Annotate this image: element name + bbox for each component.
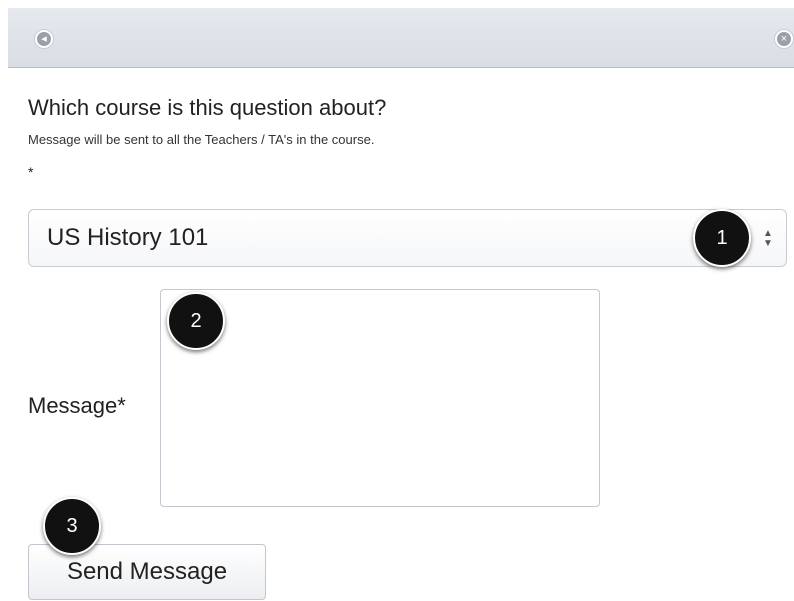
course-select-value: US History 101 <box>47 224 209 251</box>
callout-badge: 2 <box>167 292 225 350</box>
back-arrow-icon: ◂ <box>37 32 51 46</box>
dialog-titlebar: ◂ × <box>8 8 794 68</box>
close-icon: × <box>777 32 791 46</box>
course-help-text: Message will be sent to all the Teachers… <box>28 132 375 147</box>
compose-message-dialog: ◂ × Which course is this question about?… <box>0 0 794 601</box>
callout-badge: 1 <box>693 209 751 267</box>
required-marker: * <box>28 164 34 180</box>
course-select[interactable]: US History 101 ▲ ▼ <box>28 209 787 267</box>
message-textarea[interactable] <box>160 289 600 507</box>
callout-badge: 3 <box>43 497 101 555</box>
close-button[interactable]: × <box>774 29 794 49</box>
back-button[interactable]: ◂ <box>34 29 54 49</box>
message-label: Message* <box>28 393 126 418</box>
course-question-heading: Which course is this question about? <box>28 95 387 120</box>
arrow-down-icon: ▼ <box>763 238 773 249</box>
select-arrows-icon: ▲ ▼ <box>762 227 774 251</box>
